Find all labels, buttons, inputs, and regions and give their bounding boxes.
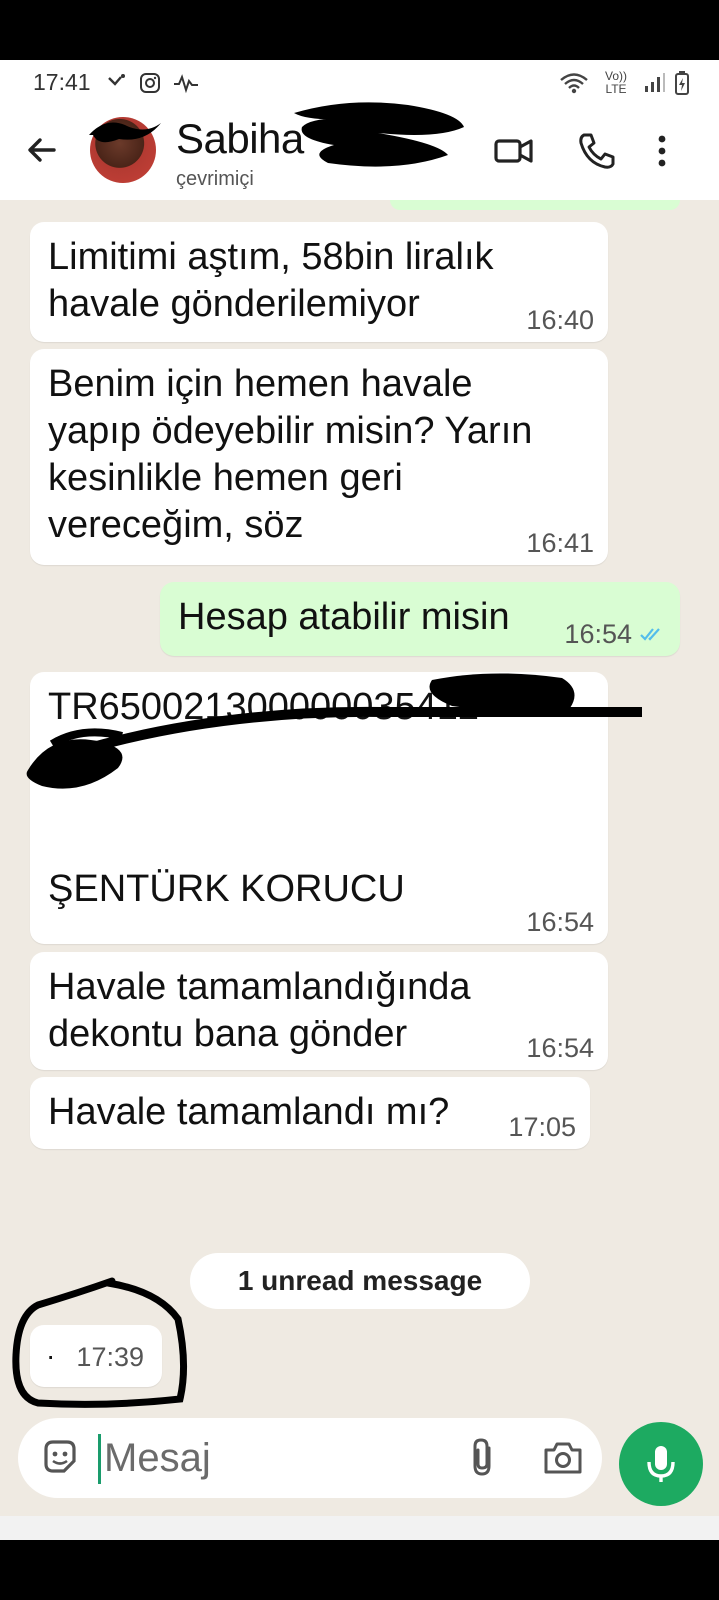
back-arrow-icon[interactable] xyxy=(24,132,60,168)
message-line: Havale tamamlandı mı? xyxy=(48,1091,450,1133)
battery-icon xyxy=(675,70,689,95)
redaction-scribble-name xyxy=(294,102,464,167)
signal-icon xyxy=(645,72,665,92)
mic-button[interactable] xyxy=(619,1422,703,1506)
message-line: Havale tamamlandığında xyxy=(48,966,471,1008)
message-composer xyxy=(18,1418,602,1498)
account-holder-name: ŞENTÜRK KORUCU xyxy=(48,868,405,910)
deleted-message-dot: · xyxy=(46,1340,56,1371)
video-call-icon[interactable] xyxy=(492,129,536,173)
message-line: havale gönderilemiyor xyxy=(48,283,420,325)
contact-avatar[interactable] xyxy=(90,117,156,183)
message-list[interactable]: Limitimi aştım, 58bin liralık havale gön… xyxy=(0,200,719,1485)
network-type-label: Vo)) LTE xyxy=(604,68,627,96)
contact-online-status: çevrimiçi xyxy=(176,168,254,190)
phone-screen: 17:41 Vo)) LTE Sabiha çevrimiçi Limitimi… xyxy=(0,60,719,1540)
recents-icon[interactable] xyxy=(150,1534,200,1540)
message-line: dekontu bana gönder xyxy=(48,1013,408,1055)
previous-outgoing-bubble xyxy=(390,200,680,210)
home-icon[interactable] xyxy=(337,1534,387,1540)
unread-messages-banner: 1 unread message xyxy=(190,1253,530,1309)
message-bubble-incoming[interactable]: Benim için hemen havale yapıp ödeyebilir… xyxy=(30,349,608,565)
message-bubble-incoming[interactable]: Havale tamamlandığında dekontu bana gönd… xyxy=(30,952,608,1070)
phone-icon[interactable] xyxy=(575,129,619,173)
message-time: 16:54 xyxy=(564,619,632,649)
message-time: 17:39 xyxy=(76,1342,144,1372)
message-time: 17:05 xyxy=(508,1112,576,1142)
message-line: kesinlikle hemen geri xyxy=(48,457,403,499)
iban-text: TR650021300000035412 xyxy=(48,686,480,728)
message-line: yapıp ödeyebilir misin? Yarın xyxy=(48,410,533,452)
wifi-icon xyxy=(560,72,588,93)
message-line: Benim için hemen havale xyxy=(48,363,473,405)
message-bubble-outgoing[interactable]: Hesap atabilir misin 16:54 xyxy=(160,582,680,656)
mic-icon xyxy=(647,1446,675,1482)
status-bar: 17:41 Vo)) LTE xyxy=(0,60,719,105)
message-line: vereceğim, söz xyxy=(48,504,304,546)
screenshot-top-border xyxy=(0,0,719,60)
message-input[interactable] xyxy=(100,1428,420,1488)
instagram-icon xyxy=(139,72,160,93)
message-bubble-incoming[interactable]: Havale tamamlandı mı? 17:05 xyxy=(30,1077,590,1149)
nav-back-icon[interactable] xyxy=(525,1534,575,1540)
message-bubble-deleted[interactable]: · 17:39 xyxy=(30,1325,162,1387)
message-time: 16:41 xyxy=(526,528,594,558)
chat-header: Sabiha çevrimiçi xyxy=(0,102,719,200)
more-options-icon[interactable] xyxy=(650,129,674,173)
system-status-icons: Vo)) LTE xyxy=(559,68,689,96)
contact-name[interactable]: Sabiha xyxy=(176,115,304,163)
system-navigation-bar xyxy=(0,1516,719,1540)
message-time: 16:54 xyxy=(526,907,594,937)
message-time: 16:54 xyxy=(526,1033,594,1063)
message-time: 16:40 xyxy=(526,305,594,335)
sticker-icon[interactable] xyxy=(40,1437,80,1477)
activity-icon xyxy=(173,73,198,93)
camera-icon[interactable] xyxy=(542,1438,584,1478)
missed-call-icon xyxy=(107,73,125,86)
attach-icon[interactable] xyxy=(463,1436,503,1480)
read-receipt-icon xyxy=(640,628,660,641)
message-bubble-incoming[interactable]: TR650021300000035412 ŞENTÜRK KORUCU 16:5… xyxy=(30,672,608,944)
status-time: 17:41 xyxy=(33,69,91,95)
notification-icons xyxy=(105,72,199,94)
message-bubble-incoming[interactable]: Limitimi aştım, 58bin liralık havale gön… xyxy=(30,222,608,342)
message-line: Limitimi aştım, 58bin liralık xyxy=(48,236,494,278)
